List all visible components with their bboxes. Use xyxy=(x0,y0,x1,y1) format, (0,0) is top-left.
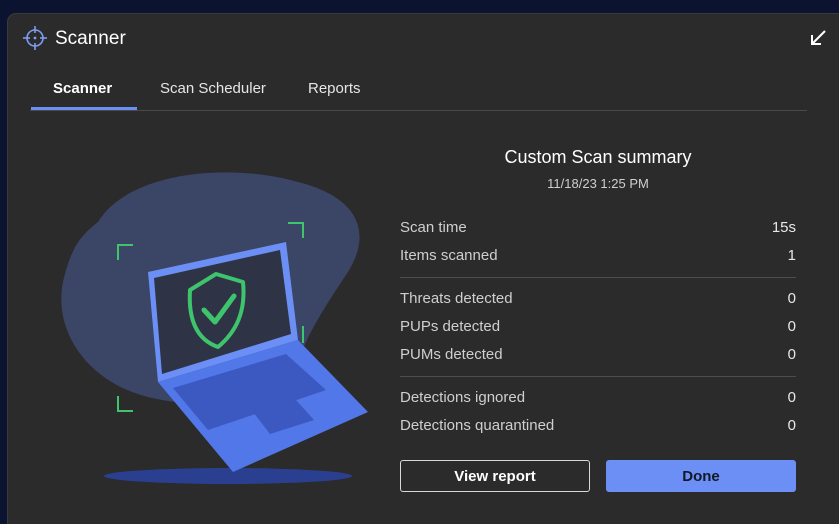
stat-label: PUPs detected xyxy=(400,318,501,335)
stat-value: 15s xyxy=(771,219,796,236)
tab-scanner[interactable]: Scanner xyxy=(53,80,112,97)
summary-date: 11/18/23 1:25 PM xyxy=(547,176,649,191)
stat-row-scan-time: Scan time 15s xyxy=(400,219,796,241)
view-report-button[interactable]: View report xyxy=(400,460,590,492)
stat-value: 0 xyxy=(787,389,796,406)
stat-label: Detections quarantined xyxy=(400,417,555,434)
stat-row-pups: PUPs detected 0 xyxy=(400,318,796,340)
done-button[interactable]: Done xyxy=(606,460,796,492)
stat-label: Items scanned xyxy=(400,247,498,264)
scanner-window: Scanner Scanner Scan Scheduler Reports C… xyxy=(8,14,839,524)
stat-value: 0 xyxy=(787,290,796,307)
stat-value: 0 xyxy=(787,417,796,434)
stat-value: 1 xyxy=(787,247,796,264)
stat-value: 0 xyxy=(787,318,796,335)
window-title: Scanner xyxy=(55,28,126,49)
divider xyxy=(400,277,796,278)
stat-row-threats: Threats detected 0 xyxy=(400,290,796,312)
tab-reports[interactable]: Reports xyxy=(308,80,361,97)
divider xyxy=(400,376,796,377)
stat-value: 0 xyxy=(787,346,796,363)
stat-label: PUMs detected xyxy=(400,346,503,363)
stat-label: Detections ignored xyxy=(400,389,526,406)
title-bar: Scanner xyxy=(8,14,839,62)
tab-scan-scheduler[interactable]: Scan Scheduler xyxy=(160,80,266,97)
scan-summary-panel: Custom Scan summary 11/18/23 1:25 PM Sca… xyxy=(400,144,796,492)
stat-label: Threats detected xyxy=(400,290,513,307)
laptop-shield-illustration xyxy=(61,172,368,484)
stat-row-quarantined: Detections quarantined 0 xyxy=(400,417,796,439)
stat-row-ignored: Detections ignored 0 xyxy=(400,389,796,411)
arrow-down-left-icon[interactable] xyxy=(806,26,830,50)
stat-row-items-scanned: Items scanned 1 xyxy=(400,247,796,269)
stat-label: Scan time xyxy=(400,219,467,236)
crosshair-icon xyxy=(23,26,47,50)
active-tab-indicator xyxy=(31,107,137,110)
stat-row-pums: PUMs detected 0 xyxy=(400,346,796,368)
tab-bar: Scanner Scan Scheduler Reports xyxy=(30,74,807,111)
summary-title: Custom Scan summary xyxy=(504,147,692,167)
